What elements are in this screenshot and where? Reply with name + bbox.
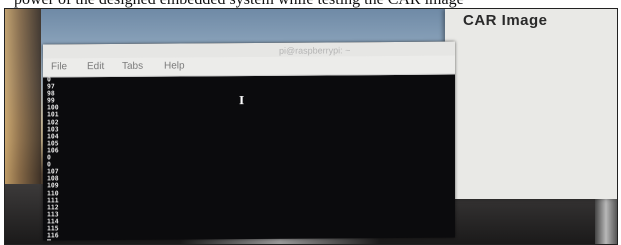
menu-help[interactable]: Help (164, 60, 185, 71)
terminal-output[interactable]: 0 97 98 99 100 101 102 103 104 105 106 0 0 107 108 109 1… (47, 74, 451, 241)
screen-bezel (595, 199, 617, 244)
menu-tabs[interactable]: Tabs (122, 61, 143, 72)
screen-photo: CAR Image pi@raspberrypi: ~ File Edit Ta… (4, 8, 618, 245)
cursor-block-icon (47, 239, 51, 241)
car-image-title: CAR Image (463, 12, 548, 29)
menu-file[interactable]: File (51, 61, 67, 72)
text-cursor-ibeam-icon: I (239, 94, 245, 108)
menu-edit[interactable]: Edit (87, 61, 104, 72)
terminal-title: pi@raspberrypi: ~ (279, 45, 351, 56)
terminal-window[interactable]: pi@raspberrypi: ~ File Edit Tabs Help 09… (43, 41, 455, 241)
car-image-window[interactable]: CAR Image (445, 9, 617, 199)
